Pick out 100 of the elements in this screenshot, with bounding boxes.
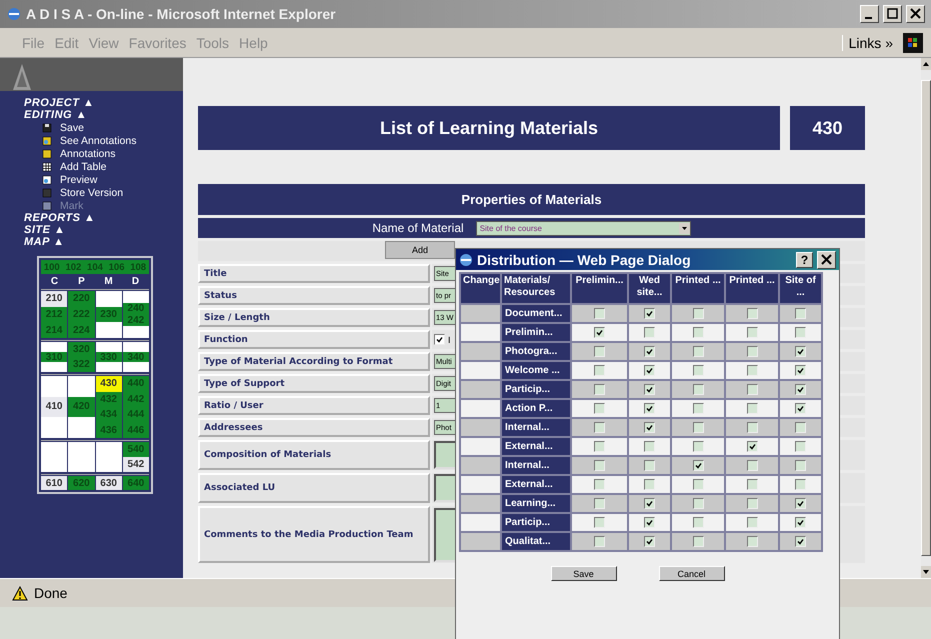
menu-item[interactable]: Tools	[196, 34, 230, 50]
checkbox[interactable]	[644, 422, 655, 433]
add-button[interactable]: Add	[385, 241, 455, 259]
checkbox[interactable]	[692, 384, 704, 395]
checkbox[interactable]	[795, 346, 806, 357]
map-cell[interactable]	[122, 362, 149, 372]
map-cell[interactable]: 436	[96, 422, 122, 438]
checkbox[interactable]	[692, 460, 704, 471]
scroll-thumb[interactable]	[921, 80, 931, 556]
map-cell[interactable]	[122, 326, 149, 338]
checkbox[interactable]	[795, 479, 806, 490]
checkbox[interactable]	[746, 479, 758, 490]
close-button[interactable]	[817, 250, 836, 268]
checkbox[interactable]	[795, 517, 806, 528]
material-select[interactable]: Site of the course	[476, 220, 691, 236]
minimize-button[interactable]	[860, 5, 879, 23]
help-button[interactable]: ?	[796, 252, 813, 268]
map-cell[interactable]	[96, 362, 122, 372]
menu-item[interactable]: Favorites	[128, 34, 186, 50]
links-button[interactable]: Links »	[842, 34, 893, 50]
checkbox[interactable]	[594, 498, 605, 509]
checkbox[interactable]	[644, 327, 655, 338]
checkbox[interactable]	[594, 517, 605, 528]
map-cell[interactable]: 610	[41, 476, 68, 490]
checkbox[interactable]	[594, 460, 605, 471]
checkbox[interactable]	[594, 327, 605, 338]
checkbox[interactable]	[795, 308, 806, 319]
map-cell[interactable]: 430	[96, 376, 122, 392]
sidebar-item[interactable]: See Annotations	[60, 134, 136, 146]
map-cell[interactable]	[96, 322, 122, 338]
checkbox[interactable]	[594, 384, 605, 395]
checkbox[interactable]	[644, 384, 655, 395]
close-button[interactable]	[906, 5, 925, 23]
checkbox[interactable]	[594, 441, 605, 452]
maximize-button[interactable]	[883, 5, 902, 23]
checkbox[interactable]	[644, 479, 655, 490]
map-cell[interactable]: 310	[41, 352, 68, 362]
checkbox[interactable]	[746, 365, 758, 376]
checkbox[interactable]	[746, 517, 758, 528]
sidebar-section[interactable]: SITE ▲	[24, 224, 183, 236]
checkbox[interactable]	[644, 498, 655, 509]
map-cell[interactable]: 222	[68, 306, 94, 322]
checkbox[interactable]	[746, 536, 758, 547]
checkbox[interactable]	[795, 536, 806, 547]
checkbox[interactable]	[692, 403, 704, 414]
checkbox[interactable]	[692, 308, 704, 319]
map-cell[interactable]: 212	[41, 306, 68, 322]
checkbox[interactable]	[644, 308, 655, 319]
map-cell[interactable]: 542	[122, 457, 149, 472]
checkbox[interactable]	[692, 327, 704, 338]
checkbox[interactable]	[644, 346, 655, 357]
checkbox[interactable]	[795, 384, 806, 395]
sidebar-section[interactable]: MAP ▲	[24, 236, 183, 248]
checkbox[interactable]	[795, 441, 806, 452]
checkbox[interactable]	[692, 517, 704, 528]
checkbox[interactable]	[594, 308, 605, 319]
menu-item[interactable]: View	[88, 34, 119, 50]
checkbox[interactable]	[795, 403, 806, 414]
map-cell[interactable]: 220	[68, 291, 94, 307]
menu-item[interactable]: File	[22, 34, 45, 50]
map-cell[interactable]	[96, 291, 122, 307]
map-cell[interactable]: 630	[96, 476, 122, 490]
save-button[interactable]: Save	[550, 566, 616, 581]
checkbox[interactable]	[746, 460, 758, 471]
checkbox[interactable]	[434, 334, 445, 345]
checkbox[interactable]	[644, 460, 655, 471]
checkbox[interactable]	[594, 365, 605, 376]
sidebar-section[interactable]: PROJECT ▲	[24, 97, 183, 109]
map-cell[interactable]: 242	[122, 314, 149, 326]
sidebar-item[interactable]: Preview	[60, 174, 98, 186]
checkbox[interactable]	[692, 365, 704, 376]
checkbox[interactable]	[746, 422, 758, 433]
checkbox[interactable]	[692, 479, 704, 490]
map-cell[interactable]: 434	[96, 407, 122, 422]
map-cell[interactable]	[122, 291, 149, 303]
map-cell[interactable]	[41, 417, 68, 438]
menu-item[interactable]: Help	[239, 34, 268, 50]
map-cell[interactable]: 446	[122, 422, 149, 438]
scroll-up-icon[interactable]	[921, 58, 931, 70]
checkbox[interactable]	[746, 384, 758, 395]
map-cell[interactable]: 540	[122, 442, 149, 457]
checkbox[interactable]	[594, 346, 605, 357]
checkbox[interactable]	[746, 441, 758, 452]
map-cell[interactable]	[122, 342, 149, 352]
map-cell[interactable]: 330	[96, 352, 122, 362]
checkbox[interactable]	[746, 327, 758, 338]
sidebar-section[interactable]: EDITING ▲	[24, 109, 183, 121]
checkbox[interactable]	[795, 498, 806, 509]
map-cell[interactable]: 214	[41, 322, 68, 338]
map-cell[interactable]: 320	[68, 342, 94, 357]
sidebar-item[interactable]: Annotations	[60, 148, 116, 160]
map-cell[interactable]	[41, 342, 68, 352]
map-cell[interactable]: 442	[122, 392, 149, 407]
map-cell[interactable]: 224	[68, 322, 94, 338]
menu-item[interactable]: Edit	[54, 34, 79, 50]
checkbox[interactable]	[594, 536, 605, 547]
map-cell[interactable]: 240	[122, 302, 149, 314]
map-cell[interactable]: 620	[68, 476, 94, 490]
checkbox[interactable]	[594, 479, 605, 490]
scroll-down-icon[interactable]	[921, 566, 931, 578]
